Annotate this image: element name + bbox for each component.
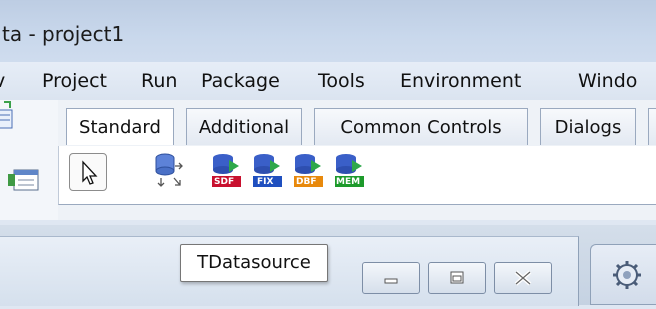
menu-package[interactable]: Package [201, 70, 280, 92]
menu-tools[interactable]: Tools [318, 70, 365, 92]
tab-next-partial[interactable] [648, 108, 656, 145]
datasource-arrows-icon [155, 153, 183, 187]
view-form-icon[interactable] [8, 169, 39, 191]
pointer-select-button[interactable] [69, 153, 107, 191]
fix-label: FIX [257, 177, 274, 187]
gear-icon [613, 261, 641, 289]
maximize-button[interactable] [428, 262, 486, 294]
dbf-dataset-component[interactable]: DBF [291, 152, 325, 192]
palette-tabs: Standard Additional Common Controls Dial… [66, 108, 656, 147]
left-toolbar-strip [0, 100, 58, 220]
sdf-label: SDF [214, 177, 235, 187]
datasource-component[interactable] [153, 152, 187, 192]
new-unit-icon[interactable] [0, 101, 13, 129]
mem-dataset-component[interactable]: MEM [332, 152, 366, 192]
component-tooltip: TDatasource [180, 244, 328, 282]
minimize-button[interactable] [362, 262, 420, 294]
close-icon [514, 270, 532, 286]
dbf-label: DBF [296, 177, 317, 187]
menu-project[interactable]: Project [42, 70, 107, 92]
title-bar: ta - project1 [0, 0, 656, 62]
sdf-dataset-component[interactable]: SDF [209, 152, 243, 192]
close-button[interactable] [494, 262, 552, 294]
fix-dataset-component[interactable]: FIX [250, 152, 284, 192]
tab-dialogs[interactable]: Dialogs [540, 108, 636, 145]
menu-environment[interactable]: Environment [400, 70, 521, 92]
menu-partial-item[interactable]: v [0, 70, 5, 92]
tab-additional[interactable]: Additional [186, 108, 302, 145]
side-window[interactable] [590, 244, 656, 305]
component-palette: SDF FIX DBF MEM [58, 146, 656, 205]
left-toolbar-icons [0, 101, 39, 191]
maximize-icon [450, 271, 464, 284]
arrow-cursor-icon [82, 160, 98, 185]
menu-bar: v Project Run Package Tools Environment … [0, 62, 656, 101]
mem-label: MEM [336, 177, 361, 187]
menu-window[interactable]: Windo [578, 70, 637, 92]
tab-standard[interactable]: Standard [66, 108, 174, 145]
menu-run[interactable]: Run [141, 70, 177, 92]
tab-common-controls[interactable]: Common Controls [314, 108, 528, 145]
minimize-icon [384, 278, 398, 284]
window-title: ta - project1 [2, 22, 125, 46]
